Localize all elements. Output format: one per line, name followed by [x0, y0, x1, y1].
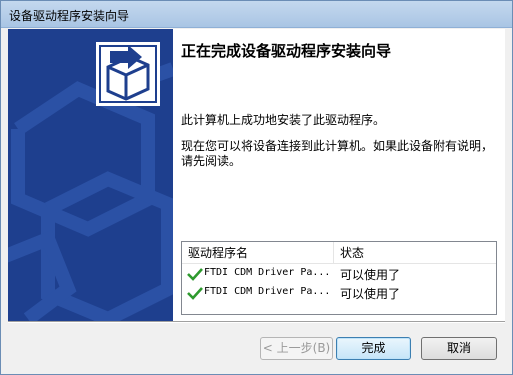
column-header-driver-name[interactable]: 驱动程序名 — [182, 242, 334, 264]
back-button[interactable]: < 上一步(B) — [260, 337, 333, 360]
title-bar[interactable]: 设备驱动程序安装向导 — [1, 1, 512, 28]
banner-graphic — [8, 29, 173, 321]
driver-name: FTDI CDM Driver Pa... — [204, 286, 331, 297]
wizard-window: 设备驱动程序安装向导 正在完成设备驱动程序安装向导 此计算机上成功地安装了此驱动… — [0, 0, 513, 375]
button-separator — [8, 321, 505, 323]
driver-status: 可以使用了 — [340, 287, 401, 301]
driver-list-row[interactable]: FTDI CDM Driver Pa... 可以使用了 — [182, 284, 496, 302]
driver-name: FTDI CDM Driver Pa... — [204, 267, 331, 278]
column-header-status[interactable]: 状态 — [334, 242, 496, 264]
wizard-client-area: 正在完成设备驱动程序安装向导 此计算机上成功地安装了此驱动程序。 现在您可以将设… — [8, 29, 505, 366]
finish-button[interactable]: 完成 — [336, 337, 411, 360]
green-check-icon — [187, 287, 203, 300]
window-title: 设备驱动程序安装向导 — [9, 9, 130, 23]
driver-status: 可以使用了 — [340, 268, 401, 282]
cancel-button[interactable]: 取消 — [421, 337, 497, 360]
instruction-message: 现在您可以将设备连接到此计算机。如果此设备附有说明，请先阅读。 — [181, 139, 494, 168]
wizard-banner — [8, 29, 173, 321]
driver-list-header: 驱动程序名 状态 — [182, 242, 496, 264]
wizard-content: 正在完成设备驱动程序安装向导 此计算机上成功地安装了此驱动程序。 现在您可以将设… — [173, 29, 505, 321]
driver-list[interactable]: 驱动程序名 状态 FTDI CDM Driver Pa... 可以使用了 FTD… — [181, 241, 497, 315]
success-message: 此计算机上成功地安装了此驱动程序。 — [181, 113, 386, 127]
install-wizard-icon — [96, 42, 160, 106]
page-heading: 正在完成设备驱动程序安装向导 — [181, 42, 392, 60]
green-check-icon — [187, 268, 203, 281]
driver-list-row[interactable]: FTDI CDM Driver Pa... 可以使用了 — [182, 265, 496, 283]
